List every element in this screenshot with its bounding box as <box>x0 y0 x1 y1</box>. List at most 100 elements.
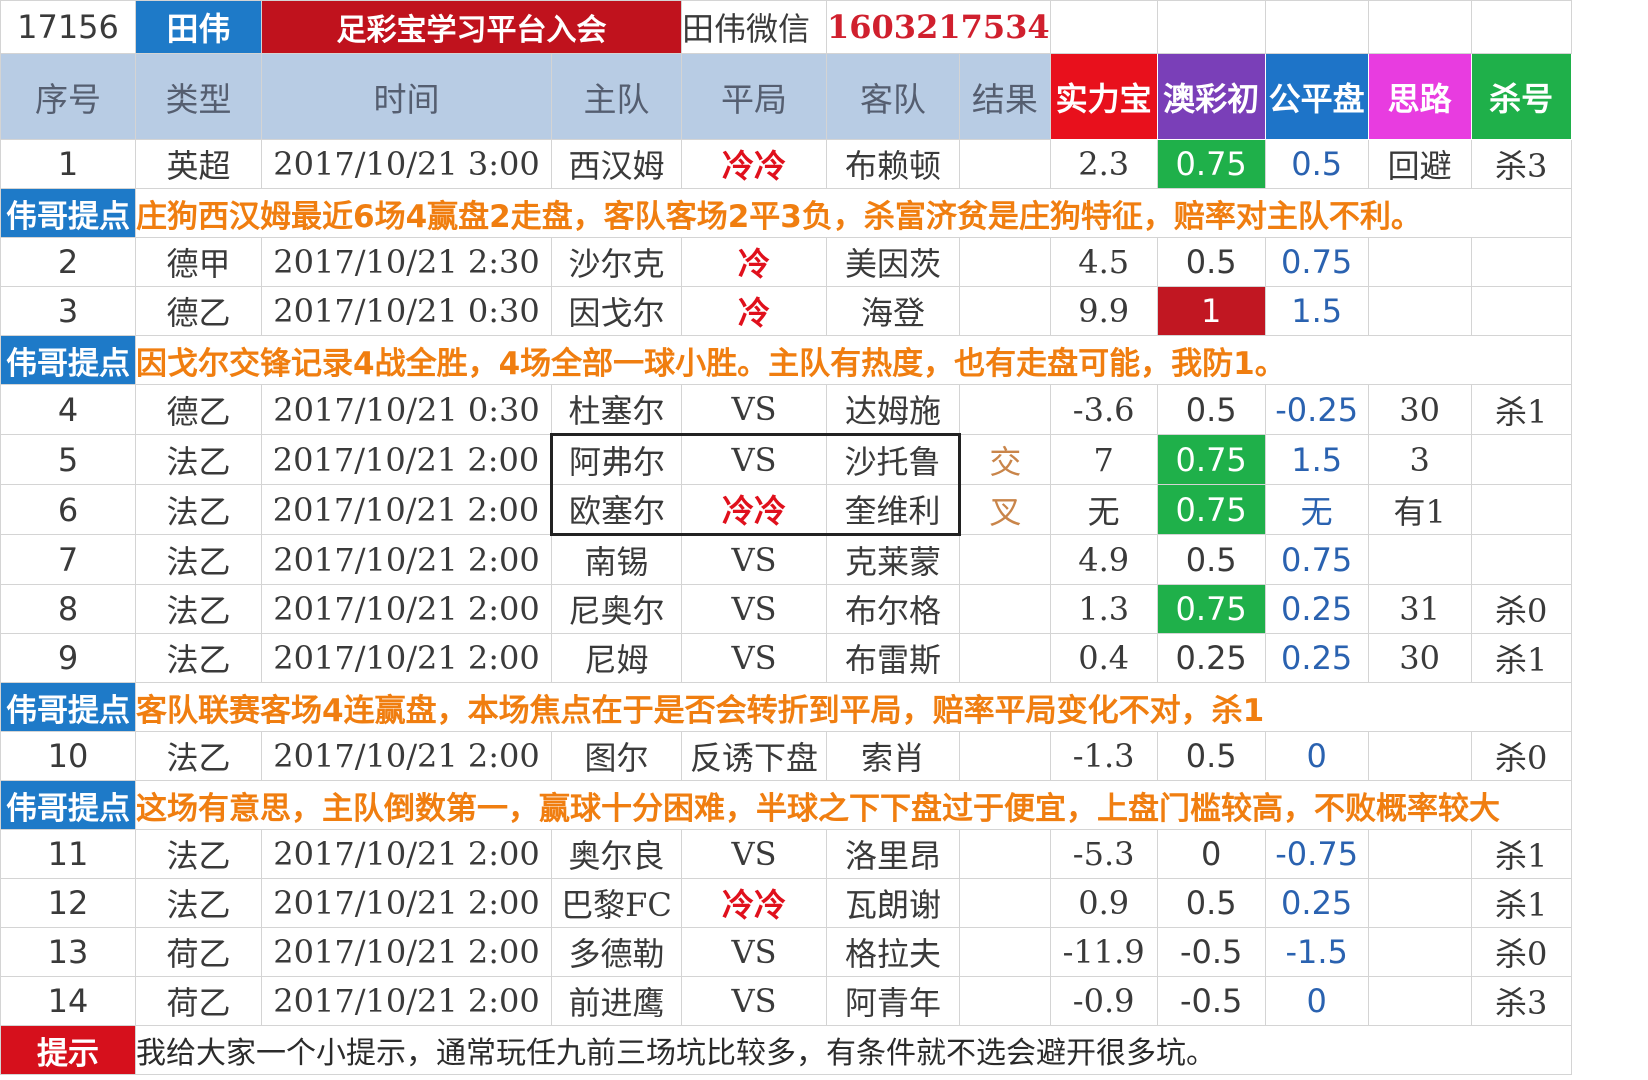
table-row: 7 法乙 2017/10/21 2:00 南锡 VS 克莱蒙 4.9 0.5 0… <box>0 534 1572 585</box>
col-header-idea: 思路 <box>1367 53 1472 140</box>
banner-row: 17156 田伟 足彩宝学习平台入会 田伟微信 1603217534 <box>0 0 1572 54</box>
cell-home: 欧塞尔 <box>550 484 682 536</box>
cell-idea: 30 <box>1367 633 1472 683</box>
note-text: 因戈尔交锋记录4战全胜，4场全部一球小胜。主队有热度，也有走盘可能，我防1。 <box>135 335 1572 385</box>
cell-home: 杜塞尔 <box>551 384 682 435</box>
note-row: 伟哥提点 因戈尔交锋记录4战全胜，4场全部一球小胜。主队有热度，也有走盘可能，我… <box>0 335 1572 385</box>
cell-strength: 无 <box>1049 484 1158 535</box>
cell-league: 法乙 <box>135 633 262 683</box>
cell-home: 多德勒 <box>551 927 682 977</box>
cell-aocai: 0.75 <box>1156 584 1266 634</box>
cell-league: 法乙 <box>135 878 262 928</box>
cell-result <box>958 584 1051 634</box>
cell-aocai: 0.75 <box>1156 484 1266 535</box>
cell-no: 2 <box>0 237 136 287</box>
table-row: 12 法乙 2017/10/21 2:00 巴黎FC 冷冷 瓦朗谢 0.9 0.… <box>0 878 1572 928</box>
cell-aocai: 0.5 <box>1156 237 1266 287</box>
cell-no: 1 <box>0 139 136 189</box>
cell-fair: 1.5 <box>1264 434 1369 485</box>
cell-strength: 1.3 <box>1049 584 1158 634</box>
cell-away: 奎维利 <box>826 484 961 536</box>
cell-home: 尼姆 <box>551 633 682 683</box>
cell-strength: -3.6 <box>1049 384 1158 435</box>
cell-idea: 30 <box>1367 384 1472 435</box>
empty-cell <box>1367 0 1472 54</box>
cell-result <box>958 139 1051 189</box>
cell-time: 2017/10/21 3:00 <box>261 139 552 189</box>
cell-fair: 0.25 <box>1264 584 1369 634</box>
cell-kill: 杀1 <box>1470 384 1572 435</box>
header-row: 序号 类型 时间 主队 平局 客队 结果 实力宝 澳彩初 公平盘 思路 杀号 <box>0 53 1572 140</box>
cell-result <box>958 976 1051 1026</box>
cell-aocai: 0.5 <box>1156 534 1266 585</box>
cell-home: 阿弗尔 <box>550 433 682 485</box>
cell-home: 奥尔良 <box>551 829 682 879</box>
cell-league: 法乙 <box>135 584 262 634</box>
cell-away: 索肖 <box>826 731 960 781</box>
cell-idea <box>1367 927 1472 977</box>
cell-home: 沙尔克 <box>551 237 682 287</box>
cell-draw: VS <box>681 534 827 585</box>
cell-time: 2017/10/21 0:30 <box>261 384 552 435</box>
note-label: 伟哥提点 <box>0 682 136 732</box>
cell-no: 12 <box>0 878 136 928</box>
cell-strength: 4.5 <box>1049 237 1158 287</box>
note-label: 伟哥提点 <box>0 780 136 830</box>
empty-cell <box>1470 0 1572 54</box>
col-header-draw: 平局 <box>681 53 827 140</box>
table-row: 10 法乙 2017/10/21 2:00 图尔 反诱下盘 索肖 -1.3 0.… <box>0 731 1572 781</box>
cell-league: 法乙 <box>135 829 262 879</box>
cell-draw: VS <box>681 584 827 634</box>
cell-kill: 杀1 <box>1470 829 1572 879</box>
banner-wechat-label: 田伟微信 <box>681 0 827 54</box>
cell-result: 交 <box>958 434 1051 485</box>
table-row: 6 法乙 2017/10/21 2:00 欧塞尔 冷冷 奎维利 叉 无 0.75… <box>0 484 1572 536</box>
table-row: 8 法乙 2017/10/21 2:00 尼奥尔 VS 布尔格 1.3 0.75… <box>0 584 1572 634</box>
cell-result <box>958 633 1051 683</box>
cell-no: 3 <box>0 286 136 336</box>
cell-home: 南锡 <box>551 534 682 585</box>
cell-time: 2017/10/21 2:00 <box>261 584 552 634</box>
cell-no: 6 <box>0 484 136 535</box>
cell-kill: 杀0 <box>1470 731 1572 781</box>
note-text: 这场有意思，主队倒数第一，赢球十分困难，半球之下下盘过于便宜，上盘门槛较高，不败… <box>135 780 1572 830</box>
cell-idea <box>1367 976 1472 1026</box>
cell-league: 德乙 <box>135 384 262 435</box>
cell-strength: -11.9 <box>1049 927 1158 977</box>
cell-time: 2017/10/21 2:00 <box>261 731 552 781</box>
cell-fair: -1.5 <box>1264 927 1369 977</box>
footer-row: 提示 我给大家一个小提示，通常玩任九前三场坑比较多，有条件就不选会避开很多坑。 <box>0 1025 1572 1075</box>
cell-aocai: 0.5 <box>1156 878 1266 928</box>
cell-no: 13 <box>0 927 136 977</box>
cell-home: 西汉姆 <box>551 139 682 189</box>
cell-no: 10 <box>0 731 136 781</box>
cell-kill: 杀1 <box>1470 878 1572 928</box>
cell-draw: 冷 <box>681 237 827 287</box>
cell-aocai: 0 <box>1156 829 1266 879</box>
table-row: 13 荷乙 2017/10/21 2:00 多德勒 VS 格拉夫 -11.9 -… <box>0 927 1572 977</box>
cell-league: 英超 <box>135 139 262 189</box>
cell-result <box>958 878 1051 928</box>
cell-result <box>958 286 1051 336</box>
empty-cell <box>1264 0 1369 54</box>
col-header-home: 主队 <box>551 53 682 140</box>
cell-no: 9 <box>0 633 136 683</box>
cell-idea <box>1367 534 1472 585</box>
footer-text: 我给大家一个小提示，通常玩任九前三场坑比较多，有条件就不选会避开很多坑。 <box>135 1025 1572 1075</box>
cell-draw: VS <box>681 927 827 977</box>
cell-strength: 2.3 <box>1049 139 1158 189</box>
cell-idea: 回避 <box>1367 139 1472 189</box>
cell-aocai: 0.5 <box>1156 731 1266 781</box>
cell-result <box>958 731 1051 781</box>
cell-league: 法乙 <box>135 484 262 535</box>
banner-id: 17156 <box>0 0 136 54</box>
cell-no: 4 <box>0 384 136 435</box>
cell-home: 巴黎FC <box>551 878 682 928</box>
cell-draw: VS <box>681 633 827 683</box>
cell-draw: 反诱下盘 <box>681 731 827 781</box>
cell-time: 2017/10/21 2:30 <box>261 237 552 287</box>
cell-result <box>958 534 1051 585</box>
cell-kill: 杀1 <box>1470 633 1572 683</box>
cell-kill: 杀0 <box>1470 927 1572 977</box>
cell-away: 布尔格 <box>826 584 960 634</box>
